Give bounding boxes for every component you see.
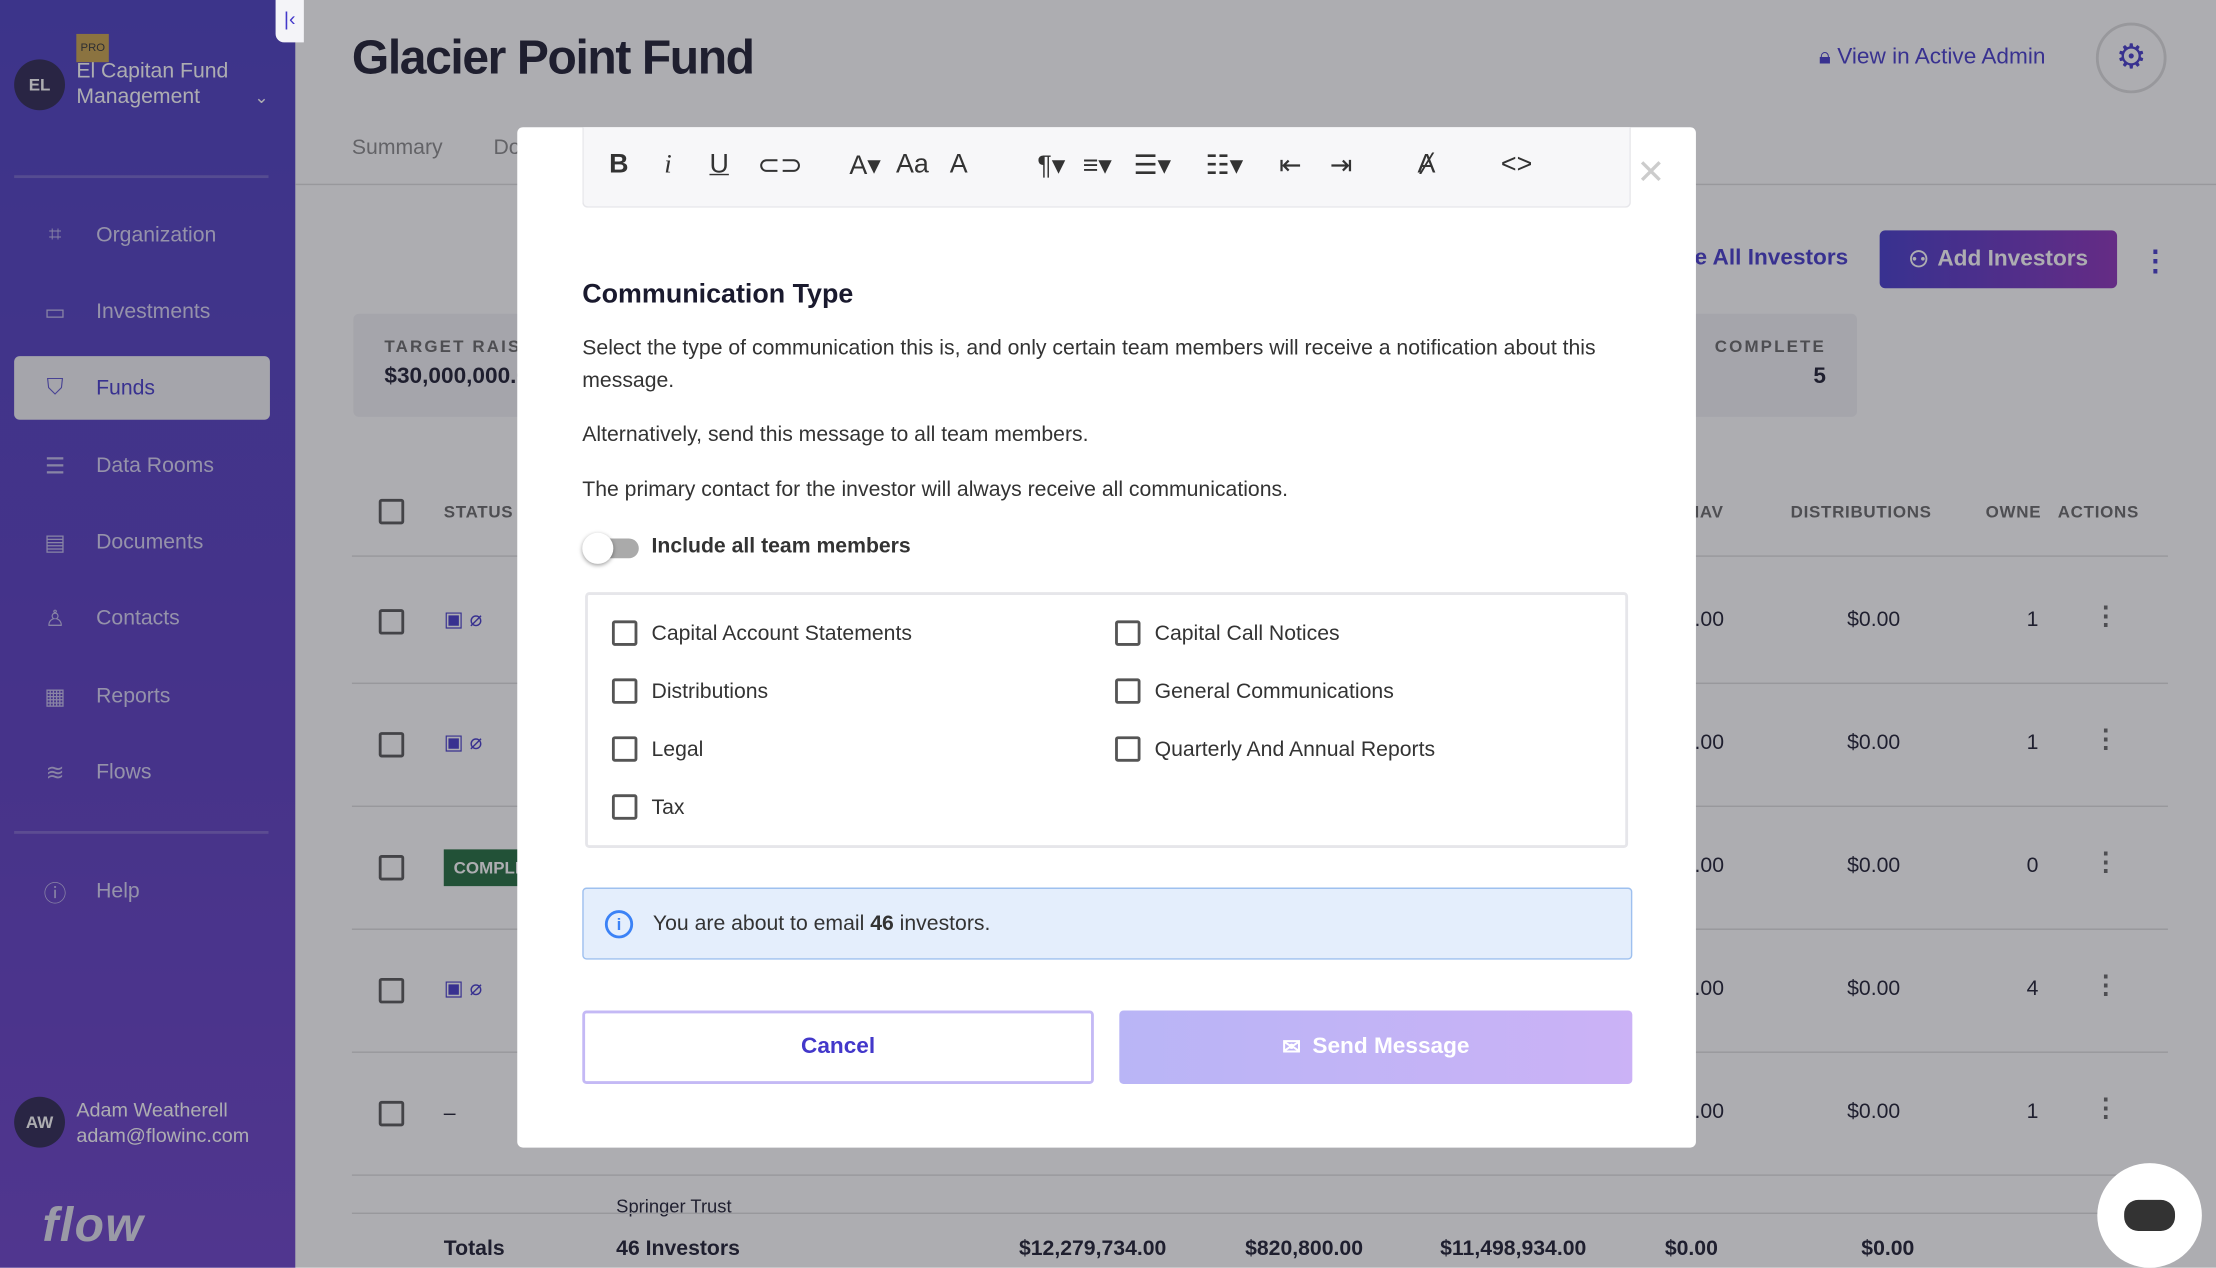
cancel-button[interactable]: Cancel <box>582 1010 1094 1084</box>
option-quarterly-annual-reports[interactable]: Quarterly And Annual Reports <box>1115 736 1436 762</box>
bullet-list-icon[interactable]: ☷▾ <box>1206 150 1244 183</box>
chat-button[interactable] <box>2097 1163 2202 1268</box>
description: Alternatively, send this message to all … <box>582 422 1089 447</box>
option-label: Tax <box>651 794 685 819</box>
send-message-modal: B i U ⊂⊃ A▾ Aa A ¶▾ ≡▾ ☰▾ ☷▾ ⇤ ⇥ Ⱥ <> ✕ … <box>517 127 1696 1148</box>
bold-icon[interactable]: B <box>609 150 628 181</box>
outdent-icon[interactable]: ⇤ <box>1279 150 1302 183</box>
checkbox[interactable] <box>1115 678 1141 704</box>
investor-count: 46 <box>870 911 894 936</box>
italic-icon[interactable]: i <box>664 150 671 181</box>
clear-format-icon[interactable]: Ⱥ <box>1418 150 1436 181</box>
option-capital-account-statements[interactable]: Capital Account Statements <box>611 620 912 646</box>
paragraph-icon[interactable]: ¶▾ <box>1037 150 1065 183</box>
option-distributions[interactable]: Distributions <box>611 678 769 704</box>
info-banner: i You are about to email 46 investors. <box>582 887 1633 960</box>
info-text: investors. <box>899 911 991 936</box>
send-label: Send Message <box>1312 1034 1470 1059</box>
text-case-icon[interactable]: Aa <box>896 150 929 181</box>
option-capital-call-notices[interactable]: Capital Call Notices <box>1115 620 1340 646</box>
checkbox[interactable] <box>611 736 638 762</box>
ordered-list-icon[interactable]: ☰▾ <box>1133 150 1171 183</box>
align-icon[interactable]: ≡▾ <box>1083 150 1112 183</box>
checkbox[interactable] <box>611 794 638 820</box>
toggle-label: Include all team members <box>651 534 911 559</box>
link-icon[interactable]: ⊂⊃ <box>758 150 803 183</box>
description: The primary contact for the investor wil… <box>582 477 1288 502</box>
option-legal[interactable]: Legal <box>611 736 704 762</box>
option-general-communications[interactable]: General Communications <box>1115 678 1394 704</box>
chat-icon <box>2124 1199 2176 1231</box>
text-color-icon[interactable]: A <box>950 150 968 181</box>
option-label: Distributions <box>651 679 769 704</box>
checkbox[interactable] <box>1115 736 1141 762</box>
checkbox[interactable] <box>611 678 638 704</box>
send-message-button[interactable]: ✉ Send Message <box>1119 1010 1633 1084</box>
option-label: Legal <box>651 737 704 762</box>
indent-icon[interactable]: ⇥ <box>1330 150 1353 183</box>
collapse-sidebar-icon[interactable]: |‹ <box>275 0 304 43</box>
info-icon: i <box>604 909 634 938</box>
info-text: You are about to email <box>652 911 865 936</box>
code-view-icon[interactable]: <> <box>1501 150 1532 181</box>
option-label: General Communications <box>1154 679 1394 704</box>
description: Select the type of communication this is… <box>582 336 1596 393</box>
option-tax[interactable]: Tax <box>611 794 685 820</box>
underline-icon[interactable]: U <box>709 150 728 181</box>
envelope-icon: ✉ <box>1282 1035 1302 1060</box>
modal-heading: Communication Type <box>582 279 854 310</box>
option-label: Quarterly And Annual Reports <box>1154 737 1436 762</box>
option-label: Capital Call Notices <box>1154 621 1340 646</box>
checkbox[interactable] <box>1115 620 1141 646</box>
include-all-toggle[interactable] <box>582 532 639 564</box>
option-label: Capital Account Statements <box>651 621 912 646</box>
checkbox[interactable] <box>611 620 638 646</box>
font-size-icon[interactable]: A▾ <box>849 150 880 183</box>
close-icon[interactable]: ✕ <box>1637 153 1665 194</box>
